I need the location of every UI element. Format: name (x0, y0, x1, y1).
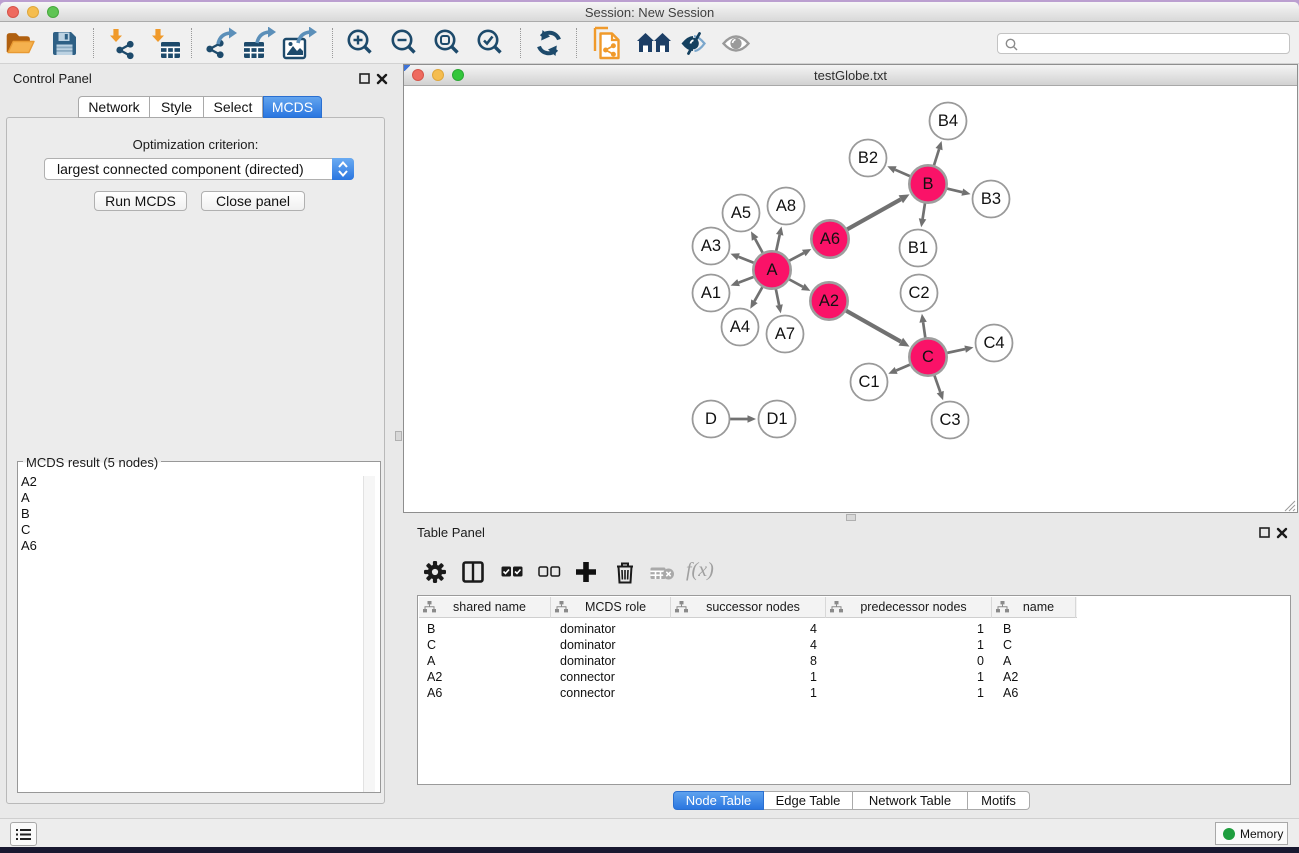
svg-text:A2: A2 (819, 292, 839, 310)
svg-text:D: D (705, 410, 717, 428)
svg-text:A7: A7 (775, 325, 795, 343)
svg-text:A: A (766, 261, 777, 279)
svg-text:B3: B3 (981, 190, 1001, 208)
svg-text:B1: B1 (908, 239, 928, 257)
svg-text:A5: A5 (731, 204, 751, 222)
svg-text:D1: D1 (766, 410, 787, 428)
svg-text:A8: A8 (776, 197, 796, 215)
svg-text:B4: B4 (938, 112, 958, 130)
svg-text:A6: A6 (820, 230, 840, 248)
svg-text:B: B (922, 175, 933, 193)
svg-text:C4: C4 (983, 334, 1004, 352)
svg-text:A4: A4 (730, 318, 750, 336)
svg-text:C1: C1 (858, 373, 879, 391)
svg-text:C3: C3 (939, 411, 960, 429)
svg-text:A1: A1 (701, 284, 721, 302)
svg-text:C: C (922, 348, 934, 366)
svg-text:B2: B2 (858, 149, 878, 167)
svg-text:C2: C2 (908, 284, 929, 302)
svg-text:A3: A3 (701, 237, 721, 255)
